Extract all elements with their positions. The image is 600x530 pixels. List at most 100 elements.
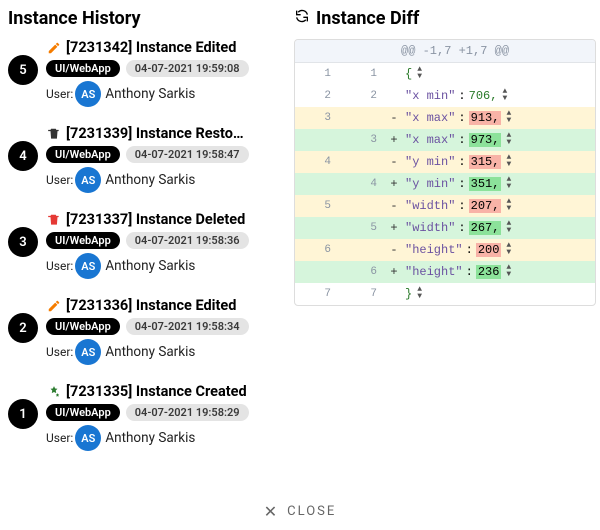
diff-code: "x max": 913,▲▼ [401,110,595,126]
edit-icon [46,41,62,55]
diff-row: 6 - "height": 200▲▼ [295,239,595,261]
stepper-icon[interactable]: ▲▼ [502,89,507,103]
diff-row: 5 + "width": 267,▲▼ [295,217,595,239]
avatar: AS [75,253,101,279]
line-number-new: 3 [341,134,387,146]
stepper-icon[interactable]: ▲▼ [506,199,511,213]
diff-sign: - [387,243,401,257]
diff-body: 1 1 {▲▼ 2 2 "x min": 706,▲▼ 3 - "x max":… [295,63,595,305]
line-number-old: 3 [295,112,341,124]
history-item[interactable]: 5 [7231342] Instance Edited UI/WebApp 04… [8,39,282,107]
line-number-old: 4 [295,156,341,168]
close-icon: ✕ [264,502,279,521]
stepper-icon[interactable]: ▲▼ [506,243,511,257]
user-name: Anthony Sarkis [105,344,195,360]
diff-title-text: Instance Diff [316,8,419,29]
stepper-icon[interactable]: ▲▼ [506,155,511,169]
close-button[interactable]: ✕ CLOSE [0,492,600,530]
user-label: User: [46,87,73,101]
diff-sign: - [387,155,401,169]
history-item-title: [7231339] Instance Resto… [66,125,244,142]
step-badge: 5 [8,55,38,85]
history-item[interactable]: 2 [7231336] Instance Edited UI/WebApp 04… [8,297,282,365]
history-item[interactable]: 3 [7231337] Instance Deleted UI/WebApp 0… [8,211,282,279]
history-title: Instance History [8,8,284,29]
line-number-new: 7 [341,288,387,300]
diff-row: 3 - "x max": 913,▲▼ [295,107,595,129]
history-item-title: [7231337] Instance Deleted [66,211,245,228]
line-number-old: 5 [295,200,341,212]
history-item-title: [7231336] Instance Edited [66,297,236,314]
history-item-title: [7231335] Instance Created [66,383,247,400]
user-name: Anthony Sarkis [105,86,195,102]
timestamp-pill: 04-07-2021 19:58:34 [126,318,249,335]
diff-row: 7 7 }▲▼ [295,283,595,305]
restore-icon [46,127,62,141]
diff-title: Instance Diff [294,8,596,29]
diff-sign: - [387,199,401,213]
avatar: AS [75,81,101,107]
diff-row: 5 - "width": 207,▲▼ [295,195,595,217]
diff-code: }▲▼ [401,286,595,302]
diff-code: "height": 200▲▼ [401,242,595,258]
user-label: User: [46,173,73,187]
source-pill: UI/WebApp [46,404,120,421]
history-item[interactable]: 4 [7231339] Instance Resto… UI/WebApp 04… [8,125,282,193]
user-label: User: [46,259,73,273]
diff-code: "y min": 315,▲▼ [401,154,595,170]
avatar: AS [75,339,101,365]
stepper-icon[interactable]: ▲▼ [506,221,511,235]
diff-code: {▲▼ [401,66,595,82]
line-number-new: 1 [341,68,387,80]
line-number-old: 2 [295,90,341,102]
delete-icon [46,213,62,227]
diff-row: 4 - "y min": 315,▲▼ [295,151,595,173]
diff-row: 3 + "x max": 973,▲▼ [295,129,595,151]
diff-code: "width": 267,▲▼ [401,220,595,236]
diff-code: "x max": 973,▲▼ [401,132,595,148]
diff-row: 4 + "y min": 351,▲▼ [295,173,595,195]
user-name: Anthony Sarkis [105,430,195,446]
avatar: AS [75,425,101,451]
diff-row: 1 1 {▲▼ [295,63,595,85]
line-number-old: 1 [295,68,341,80]
refresh-icon[interactable] [294,8,310,29]
user-name: Anthony Sarkis [105,172,195,188]
stepper-icon[interactable]: ▲▼ [417,287,422,301]
diff-sign: + [387,133,401,147]
step-badge: 1 [8,399,38,429]
diff-code: "y min": 351,▲▼ [401,176,595,192]
line-number-old: 6 [295,244,341,256]
diff-sign: + [387,265,401,279]
diff-sign: - [387,111,401,125]
timestamp-pill: 04-07-2021 19:58:47 [126,146,249,163]
stepper-icon[interactable]: ▲▼ [506,177,511,191]
diff-code: "width": 207,▲▼ [401,198,595,214]
line-number-old: 7 [295,288,341,300]
history-item[interactable]: 1 [7231335] Instance Created UI/WebApp 0… [8,383,282,451]
diff-code: "height": 236▲▼ [401,264,595,280]
history-pane: Instance History 5 [7231342] Instance Ed… [0,0,290,480]
timestamp-pill: 04-07-2021 19:59:08 [126,60,249,77]
diff-hunk-header: @@ -1,7 +1,7 @@ [295,40,595,63]
stepper-icon[interactable]: ▲▼ [417,67,422,81]
history-item-title: [7231342] Instance Edited [66,39,236,56]
diff-row: 6 + "height": 236▲▼ [295,261,595,283]
stepper-icon[interactable]: ▲▼ [506,133,511,147]
line-number-new: 5 [341,222,387,234]
user-name: Anthony Sarkis [105,258,195,274]
line-number-new: 2 [341,90,387,102]
diff-row: 2 2 "x min": 706,▲▼ [295,85,595,107]
create-icon [46,385,62,399]
history-list[interactable]: 5 [7231342] Instance Edited UI/WebApp 04… [8,39,284,477]
user-label: User: [46,345,73,359]
source-pill: UI/WebApp [46,318,120,335]
stepper-icon[interactable]: ▲▼ [506,111,511,125]
close-label: CLOSE [287,504,336,519]
source-pill: UI/WebApp [46,146,120,163]
diff-pane: Instance Diff @@ -1,7 +1,7 @@ 1 1 {▲▼ 2 … [290,0,600,480]
edit-icon [46,299,62,313]
stepper-icon[interactable]: ▲▼ [506,265,511,279]
diff-code: "x min": 706,▲▼ [401,88,595,104]
user-label: User: [46,431,73,445]
